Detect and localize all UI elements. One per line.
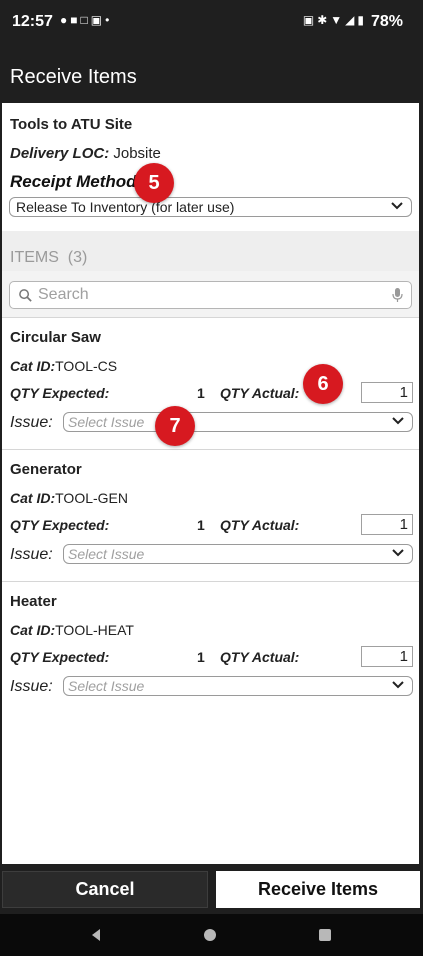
chevron-down-icon: [391, 202, 403, 210]
chevron-down-icon: [392, 681, 404, 689]
issue-placeholder: Select Issue: [68, 414, 145, 430]
cancel-button[interactable]: Cancel: [2, 871, 208, 908]
search-icon: [19, 289, 32, 302]
receive-items-button[interactable]: Receive Items: [216, 871, 420, 908]
qty-expected-label: QTY Expected:: [10, 517, 110, 533]
teams-icon: ■: [70, 13, 81, 27]
delivery-loc-label: Delivery LOC:: [10, 145, 110, 162]
receipt-method-label: Receipt Method: [10, 172, 137, 191]
back-icon[interactable]: [89, 928, 103, 942]
battery-percent: 78%: [370, 13, 403, 30]
callout-badge-receipt-method: 5: [134, 163, 174, 203]
cat-id-value: TOOL-CS: [55, 358, 118, 374]
cat-id-value: TOOL-GEN: [55, 490, 128, 506]
issue-select[interactable]: Select Issue: [63, 676, 413, 696]
qty-actual-input[interactable]: [361, 646, 413, 667]
cat-id-label: Cat ID:: [10, 490, 56, 506]
items-header: ITEMS (3): [2, 231, 419, 271]
delivery-location: Delivery LOC: Jobsite: [10, 145, 161, 162]
qty-expected-label: QTY Expected:: [10, 385, 110, 401]
bluetooth-icon: ✱: [317, 13, 331, 27]
search-input[interactable]: [38, 285, 378, 305]
list-item: Generator Cat ID:TOOL-GEN QTY Expected: …: [2, 449, 419, 581]
callout-badge-qty-actual: 6: [303, 364, 343, 404]
order-title: Tools to ATU Site: [10, 116, 133, 133]
qty-expected-value: 1: [197, 517, 205, 533]
app-bar: Receive Items: [0, 46, 423, 103]
qty-actual-label: QTY Actual:: [220, 385, 300, 401]
notification-icons: ●■□▣•: [60, 13, 112, 27]
qty-actual-label: QTY Actual:: [220, 649, 300, 665]
chevron-down-icon: [392, 417, 404, 425]
search-bar: [2, 271, 419, 317]
status-bar: 12:57 ●■□▣• ▣✱▼◢▮ 78%: [0, 0, 423, 46]
item-cat-id: Cat ID:TOOL-HEAT: [10, 622, 134, 638]
cast-icon: ▣: [90, 13, 106, 27]
dot-icon: •: [105, 13, 113, 27]
calendar-icon: □: [80, 13, 91, 27]
issue-placeholder: Select Issue: [68, 546, 145, 562]
receipt-method-value: Release To Inventory (for later use): [16, 199, 235, 215]
issue-placeholder: Select Issue: [68, 678, 145, 694]
items-label: ITEMS: [10, 249, 59, 266]
callout-badge-issue: 7: [155, 406, 195, 446]
battery-icon: ▮: [357, 13, 367, 27]
system-nav-bar: [0, 914, 423, 956]
cast-icon: ▣: [302, 13, 318, 27]
qty-actual-input[interactable]: [361, 382, 413, 403]
list-item: Heater Cat ID:TOOL-HEAT QTY Expected: 1 …: [2, 581, 419, 713]
issue-select[interactable]: Select Issue: [63, 544, 413, 564]
chevron-down-icon: [392, 549, 404, 557]
receipt-method-select[interactable]: Release To Inventory (for later use): [9, 197, 412, 217]
signal-icon: ◢: [345, 13, 358, 27]
system-icons: ▣✱▼◢▮: [303, 13, 367, 27]
action-bar: Cancel Receive Items: [0, 864, 423, 914]
cat-id-label: Cat ID:: [10, 622, 56, 638]
wifi-icon: ▼: [330, 13, 346, 27]
qty-actual-input[interactable]: [361, 514, 413, 535]
qty-expected-value: 1: [197, 649, 205, 665]
item-name: Generator: [10, 461, 82, 478]
items-count: (3): [67, 249, 88, 266]
item-cat-id: Cat ID:TOOL-GEN: [10, 490, 128, 506]
item-cat-id: Cat ID:TOOL-CS: [10, 358, 117, 374]
cat-id-value: TOOL-HEAT: [55, 622, 134, 638]
issue-select[interactable]: Select Issue: [63, 412, 413, 432]
home-icon[interactable]: [204, 929, 216, 941]
cat-id-label: Cat ID:: [10, 358, 56, 374]
issue-label: Issue:: [10, 546, 53, 563]
issue-label: Issue:: [10, 414, 53, 431]
chat-icon: ●: [60, 13, 71, 27]
search-box[interactable]: [9, 281, 412, 309]
qty-expected-value: 1: [197, 385, 205, 401]
status-time: 12:57: [12, 13, 53, 30]
item-name: Heater: [10, 593, 57, 610]
item-name: Circular Saw: [10, 329, 101, 346]
delivery-loc-value: Jobsite: [113, 145, 161, 162]
page-title: Receive Items: [10, 66, 137, 88]
microphone-icon[interactable]: [392, 287, 403, 303]
main-content[interactable]: Tools to ATU Site Delivery LOC: Jobsite …: [2, 103, 419, 864]
qty-actual-label: QTY Actual:: [220, 517, 300, 533]
list-item: Circular Saw Cat ID:TOOL-CS QTY Expected…: [2, 317, 419, 449]
recents-icon[interactable]: [319, 929, 331, 941]
qty-expected-label: QTY Expected:: [10, 649, 110, 665]
issue-label: Issue:: [10, 678, 53, 695]
